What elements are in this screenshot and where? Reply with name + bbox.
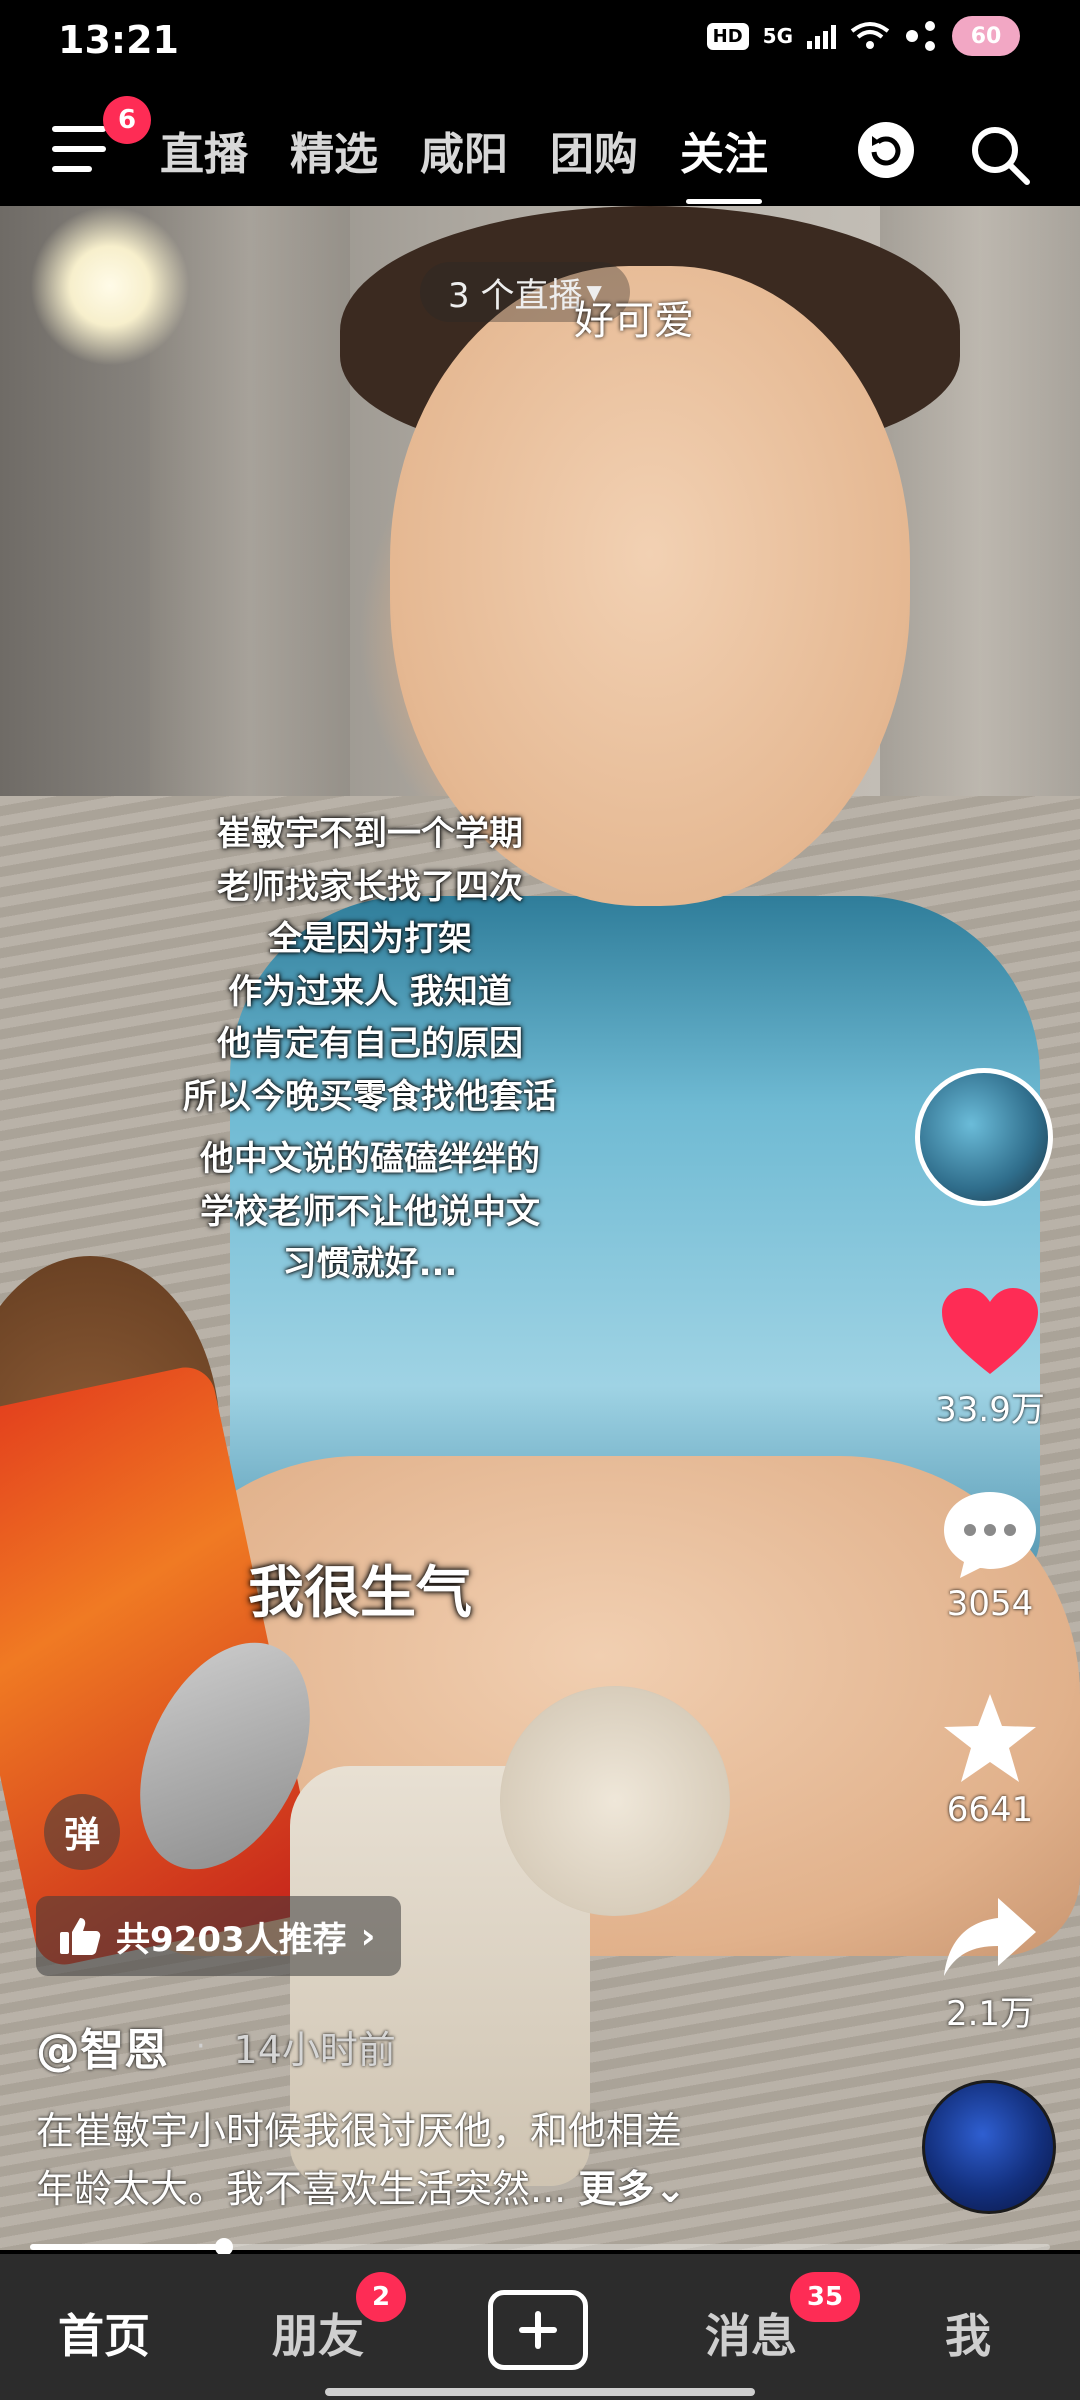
post-time: 14小时前 bbox=[233, 2027, 396, 2072]
music-disc[interactable] bbox=[922, 2080, 1056, 2214]
status-icons: HD 5G 60 bbox=[706, 16, 1020, 56]
tab-following[interactable]: 关注 bbox=[680, 118, 768, 204]
lamp bbox=[30, 206, 190, 366]
comment-count: 3054 bbox=[946, 1584, 1034, 1624]
caption-line: 作为过来人 我知道 bbox=[228, 971, 512, 1012]
share-count: 2.1万 bbox=[945, 1994, 1035, 2034]
danmaku-comment: 好可爱 bbox=[574, 298, 694, 344]
author-name[interactable]: @智恩 bbox=[36, 2014, 168, 2078]
friends-badge: 2 bbox=[356, 2272, 406, 2322]
video-description[interactable]: 在崔敏宇小时候我很讨厌他，和他相差 年龄太大。我不喜欢生活突然... 更多⌄ bbox=[36, 2102, 836, 2218]
comment-icon bbox=[944, 1492, 1036, 1578]
caption-line: 他中文说的磕磕绊绊的 bbox=[200, 1139, 540, 1179]
chevron-right-icon: › bbox=[360, 1915, 376, 1957]
recommend-text: 共9203人推荐 bbox=[116, 1919, 347, 1960]
author-row: @智恩 · 14小时前 bbox=[36, 2014, 396, 2078]
bottom-tab-bar: 首页 朋友 2 消息 35 我 bbox=[0, 2254, 1080, 2400]
tab-featured[interactable]: 精选 bbox=[290, 118, 378, 182]
status-bar: 13:21 HD 5G 60 bbox=[0, 0, 1080, 82]
star-icon bbox=[944, 1694, 1036, 1782]
description-line: 在崔敏宇小时候我很讨厌他，和他相差 bbox=[36, 2109, 683, 2153]
tab-messages[interactable]: 消息 bbox=[705, 2300, 797, 2366]
caption-line: 他肯定有自己的原因 bbox=[217, 1024, 523, 1064]
battery-icon: 60 bbox=[952, 16, 1020, 56]
tab-friends[interactable]: 朋友 bbox=[272, 2300, 364, 2366]
search-icon[interactable] bbox=[965, 120, 1035, 190]
favorite-count: 6641 bbox=[946, 1790, 1034, 1830]
video-caption: 崔敏宇不到一个学期 老师找家长找了四次 全是因为打架 作为过来人 我知道 他肯定… bbox=[100, 808, 640, 1291]
wifi-icon bbox=[850, 22, 890, 49]
caption-line: 崔敏宇不到一个学期 bbox=[217, 814, 523, 854]
separator: · bbox=[196, 2028, 206, 2064]
share-button[interactable]: 2.1万 bbox=[905, 1892, 1075, 2035]
hd-icon: HD bbox=[706, 22, 749, 50]
more-label: 更多 bbox=[578, 2167, 655, 2211]
messages-badge: 35 bbox=[790, 2272, 860, 2322]
live-count-label: 3 个直播 bbox=[448, 275, 583, 316]
signal-icon bbox=[807, 23, 836, 49]
comment-button[interactable]: 3054 bbox=[905, 1488, 1075, 1624]
status-time: 13:21 bbox=[58, 18, 179, 62]
subtitle-text: 我很生气 bbox=[248, 1561, 472, 1626]
create-plus-button[interactable] bbox=[488, 2290, 588, 2370]
caption-line: 所以今晚买零食找他套话 bbox=[183, 1076, 557, 1117]
author-avatar[interactable] bbox=[915, 1068, 1053, 1206]
caption-line: 习惯就好... bbox=[282, 1244, 458, 1284]
caption-line: 全是因为打架 bbox=[268, 919, 472, 959]
recommend-pill[interactable]: 共9203人推荐 › bbox=[36, 1896, 402, 1976]
tab-home[interactable]: 首页 bbox=[58, 2300, 150, 2366]
top-nav: 6 直播 精选 咸阳 团购 关注 bbox=[0, 82, 1080, 206]
feed-tabs: 直播 精选 咸阳 团购 关注 bbox=[160, 118, 768, 204]
description-text: 年龄太大。我不喜欢生活突然... bbox=[36, 2167, 567, 2211]
description-line-2: 年龄太大。我不喜欢生活突然... 更多⌄ bbox=[36, 2160, 836, 2218]
more-button[interactable]: 更多⌄ bbox=[578, 2167, 686, 2211]
network-type: 5G bbox=[762, 24, 793, 48]
progress-fill bbox=[30, 2244, 224, 2250]
tab-me[interactable]: 我 bbox=[945, 2300, 991, 2366]
screen: 13:21 HD 5G 60 6 直播 精选 咸阳 团购 关注 3 个直播 ▼ … bbox=[0, 0, 1080, 2400]
like-count: 33.9万 bbox=[935, 1390, 1045, 1430]
tab-local[interactable]: 咸阳 bbox=[420, 118, 508, 182]
caption-line: 学校老师不让他说中文 bbox=[200, 1191, 540, 1232]
tab-live[interactable]: 直播 bbox=[160, 118, 248, 182]
heart-icon bbox=[942, 1288, 1038, 1374]
chevron-down-icon: ⌄ bbox=[654, 2167, 687, 2211]
caption-line: 老师找家长找了四次 bbox=[217, 866, 523, 907]
menu-badge: 6 bbox=[103, 96, 151, 144]
video-progress-bar[interactable] bbox=[30, 2238, 1050, 2256]
share-arrow-icon bbox=[944, 1898, 1036, 1976]
thumbs-up-icon bbox=[60, 1918, 101, 1955]
menu-icon[interactable] bbox=[52, 126, 106, 172]
share-status-icon bbox=[906, 21, 935, 51]
like-button[interactable]: 33.9万 bbox=[905, 1286, 1075, 1431]
danmaku-toggle-button[interactable]: 弹 bbox=[44, 1794, 120, 1870]
refresh-icon[interactable] bbox=[858, 122, 914, 178]
home-indicator[interactable] bbox=[325, 2388, 755, 2396]
favorite-button[interactable]: 6641 bbox=[905, 1690, 1075, 1830]
tab-group-buy[interactable]: 团购 bbox=[550, 118, 638, 182]
danmaku-toggle-label: 弹 bbox=[63, 1815, 100, 1856]
